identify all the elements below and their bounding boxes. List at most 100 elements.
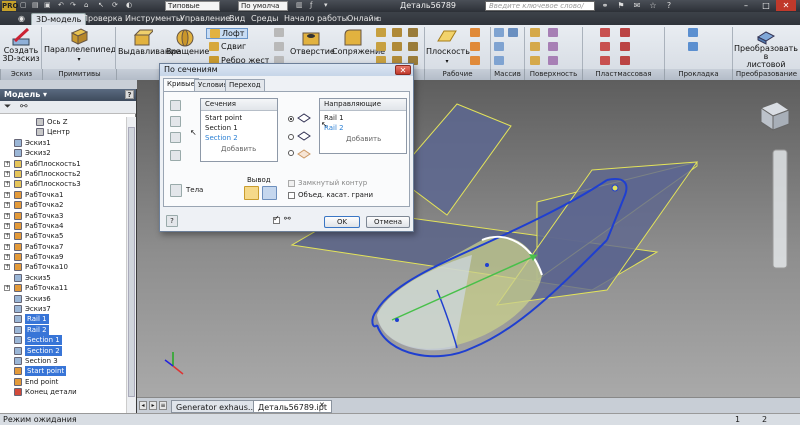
tab-inspect[interactable]: Проверка — [78, 13, 126, 25]
tree-item[interactable]: Эскиз1 — [0, 138, 126, 148]
tree-item[interactable]: + РабТочка9 — [0, 252, 126, 262]
tree-item[interactable]: Эскиз6 — [0, 294, 126, 304]
mirror-icon[interactable] — [494, 56, 506, 65]
tree-item[interactable]: + РабТочка1 — [0, 190, 126, 200]
create-3d-sketch-button[interactable]: Создать 3D-эскиз — [2, 27, 40, 63]
dialog-help-button[interactable]: ? — [166, 215, 178, 227]
tree-item[interactable]: + РабПлоскость3 — [0, 179, 126, 189]
tab-nav-next-icon[interactable]: ▸ — [149, 401, 157, 410]
tree-item[interactable]: + РабТочка5 — [0, 231, 126, 241]
tree-item[interactable]: + РабТочка4 — [0, 221, 126, 231]
connector-icon[interactable] — [688, 42, 700, 51]
extend-icon[interactable] — [548, 56, 560, 65]
favorites-icon[interactable]: ☆ — [648, 1, 658, 11]
tree-item[interactable]: Эскиз2 — [0, 148, 126, 158]
trim-icon[interactable] — [548, 42, 560, 51]
expand-icon[interactable]: + — [4, 222, 10, 229]
open-file-icon[interactable]: ▤ — [32, 1, 39, 11]
expand-icon[interactable]: + — [4, 264, 10, 271]
solids-select-icon[interactable] — [170, 184, 182, 197]
closed-loop-checkbox[interactable] — [288, 180, 295, 187]
hole-button[interactable]: Отверстие — [290, 27, 335, 56]
point-icon[interactable] — [470, 42, 482, 51]
expand-icon[interactable]: + — [4, 285, 10, 292]
tree-item[interactable]: + РабПлоскость2 — [0, 169, 126, 179]
update-icon[interactable]: ⟳ — [112, 1, 118, 11]
tab-transition[interactable]: Переход — [225, 79, 265, 91]
tab-environments[interactable]: Среды — [247, 13, 282, 25]
box-primitive-button[interactable]: Параллелепипед ▾ — [44, 27, 116, 63]
formula-icon[interactable]: ƒ — [310, 1, 312, 11]
maximize-button[interactable]: □ — [756, 0, 776, 11]
tree-item[interactable]: + РабТочка2 — [0, 200, 126, 210]
communication-icon[interactable]: ✉ — [632, 1, 642, 11]
sections-add[interactable]: Добавить — [221, 145, 256, 153]
expand-icon[interactable]: + — [4, 254, 10, 261]
tree-item[interactable]: Центр — [0, 127, 126, 137]
expand-icon[interactable]: + — [4, 233, 10, 240]
save-icon[interactable]: ▣ — [44, 1, 51, 11]
harness-icon[interactable] — [688, 28, 700, 37]
tree-item[interactable]: + РабТочка10 — [0, 262, 126, 272]
coil-tool-icon[interactable] — [274, 28, 286, 37]
new-file-icon[interactable]: ▢ — [20, 1, 27, 11]
tree-item[interactable]: + РабПлоскость1 — [0, 159, 126, 169]
binoculars-icon[interactable]: ⚭ — [600, 1, 610, 11]
centerline-option-radio[interactable] — [288, 134, 294, 140]
split-icon[interactable] — [392, 42, 404, 51]
output-solid-button[interactable] — [244, 186, 259, 200]
tree-item[interactable]: Эскиз5 — [0, 273, 126, 283]
tree-item[interactable]: Section 3 — [0, 356, 126, 366]
move-face-icon[interactable] — [408, 28, 420, 37]
circ-pattern-icon[interactable] — [494, 42, 506, 51]
stitch-icon[interactable] — [530, 42, 542, 51]
section-item[interactable]: Section 2 — [205, 134, 238, 142]
measure-icon[interactable]: ▥ — [296, 1, 303, 11]
tree-item[interactable]: + РабТочка7 — [0, 242, 126, 252]
rest-icon[interactable] — [600, 56, 612, 65]
thread-icon[interactable] — [392, 28, 404, 37]
cancel-button[interactable]: Отмена — [366, 216, 410, 228]
snap-fit-icon[interactable] — [620, 28, 632, 37]
redo-icon[interactable]: ↷ — [70, 1, 76, 11]
profile-select3-icon[interactable] — [170, 132, 181, 143]
merge-faces-checkbox[interactable] — [288, 192, 295, 199]
tree-item[interactable]: Rail 2 — [0, 324, 126, 335]
rails-add[interactable]: Добавить — [346, 135, 381, 143]
shell-icon[interactable] — [376, 42, 388, 51]
sculpt-icon[interactable] — [530, 56, 542, 65]
emboss-tool-icon[interactable] — [274, 42, 286, 51]
grill-icon[interactable] — [600, 28, 612, 37]
copy-object-icon[interactable] — [408, 42, 420, 51]
home-icon[interactable]: ⌂ — [84, 1, 88, 11]
expand-icon[interactable]: + — [4, 170, 10, 177]
undo-icon[interactable]: ↶ — [58, 1, 64, 11]
minimize-button[interactable]: – — [736, 0, 756, 11]
profile-select4-icon[interactable] — [170, 150, 181, 161]
style-combo[interactable]: Типовые — [165, 1, 220, 11]
extrude-button[interactable]: Выдавливание — [118, 27, 180, 56]
browser-header[interactable]: Модель ▾ ? — [0, 89, 136, 101]
expand-icon[interactable]: + — [4, 202, 10, 209]
help-icon[interactable]: ? — [664, 1, 674, 11]
subscription-icon[interactable]: ⚑ — [616, 1, 626, 11]
expand-icon[interactable]: + — [4, 212, 10, 219]
browser-help-button[interactable]: ? — [125, 90, 134, 99]
ok-button[interactable]: OK — [324, 216, 360, 228]
expand-icon[interactable]: + — [4, 160, 10, 167]
search-input[interactable]: Введите ключевое слово/фразу — [485, 1, 595, 19]
browser-scrollbar[interactable] — [126, 117, 136, 413]
find-binoculars-icon[interactable]: ⚯ — [20, 102, 28, 112]
loft-button[interactable]: Лофт — [206, 28, 249, 39]
rails-list[interactable]: Направляющие Rail 1 Rail 2 Добавить — [319, 98, 407, 154]
ucs-icon[interactable] — [470, 56, 482, 65]
tree-item[interactable]: Конец детали — [0, 387, 126, 397]
tree-item[interactable]: End point — [0, 377, 126, 387]
section-item[interactable]: Section 1 — [205, 124, 238, 132]
area-loft-option-radio[interactable] — [288, 150, 294, 156]
app-menu-icon[interactable]: ◉ — [18, 13, 30, 25]
tree-item[interactable]: Эскиз7 — [0, 304, 126, 314]
filter-icon[interactable]: ⏷ — [4, 102, 11, 112]
app-logo[interactable]: PRO — [2, 1, 18, 11]
rect-pattern-icon[interactable] — [494, 28, 506, 37]
